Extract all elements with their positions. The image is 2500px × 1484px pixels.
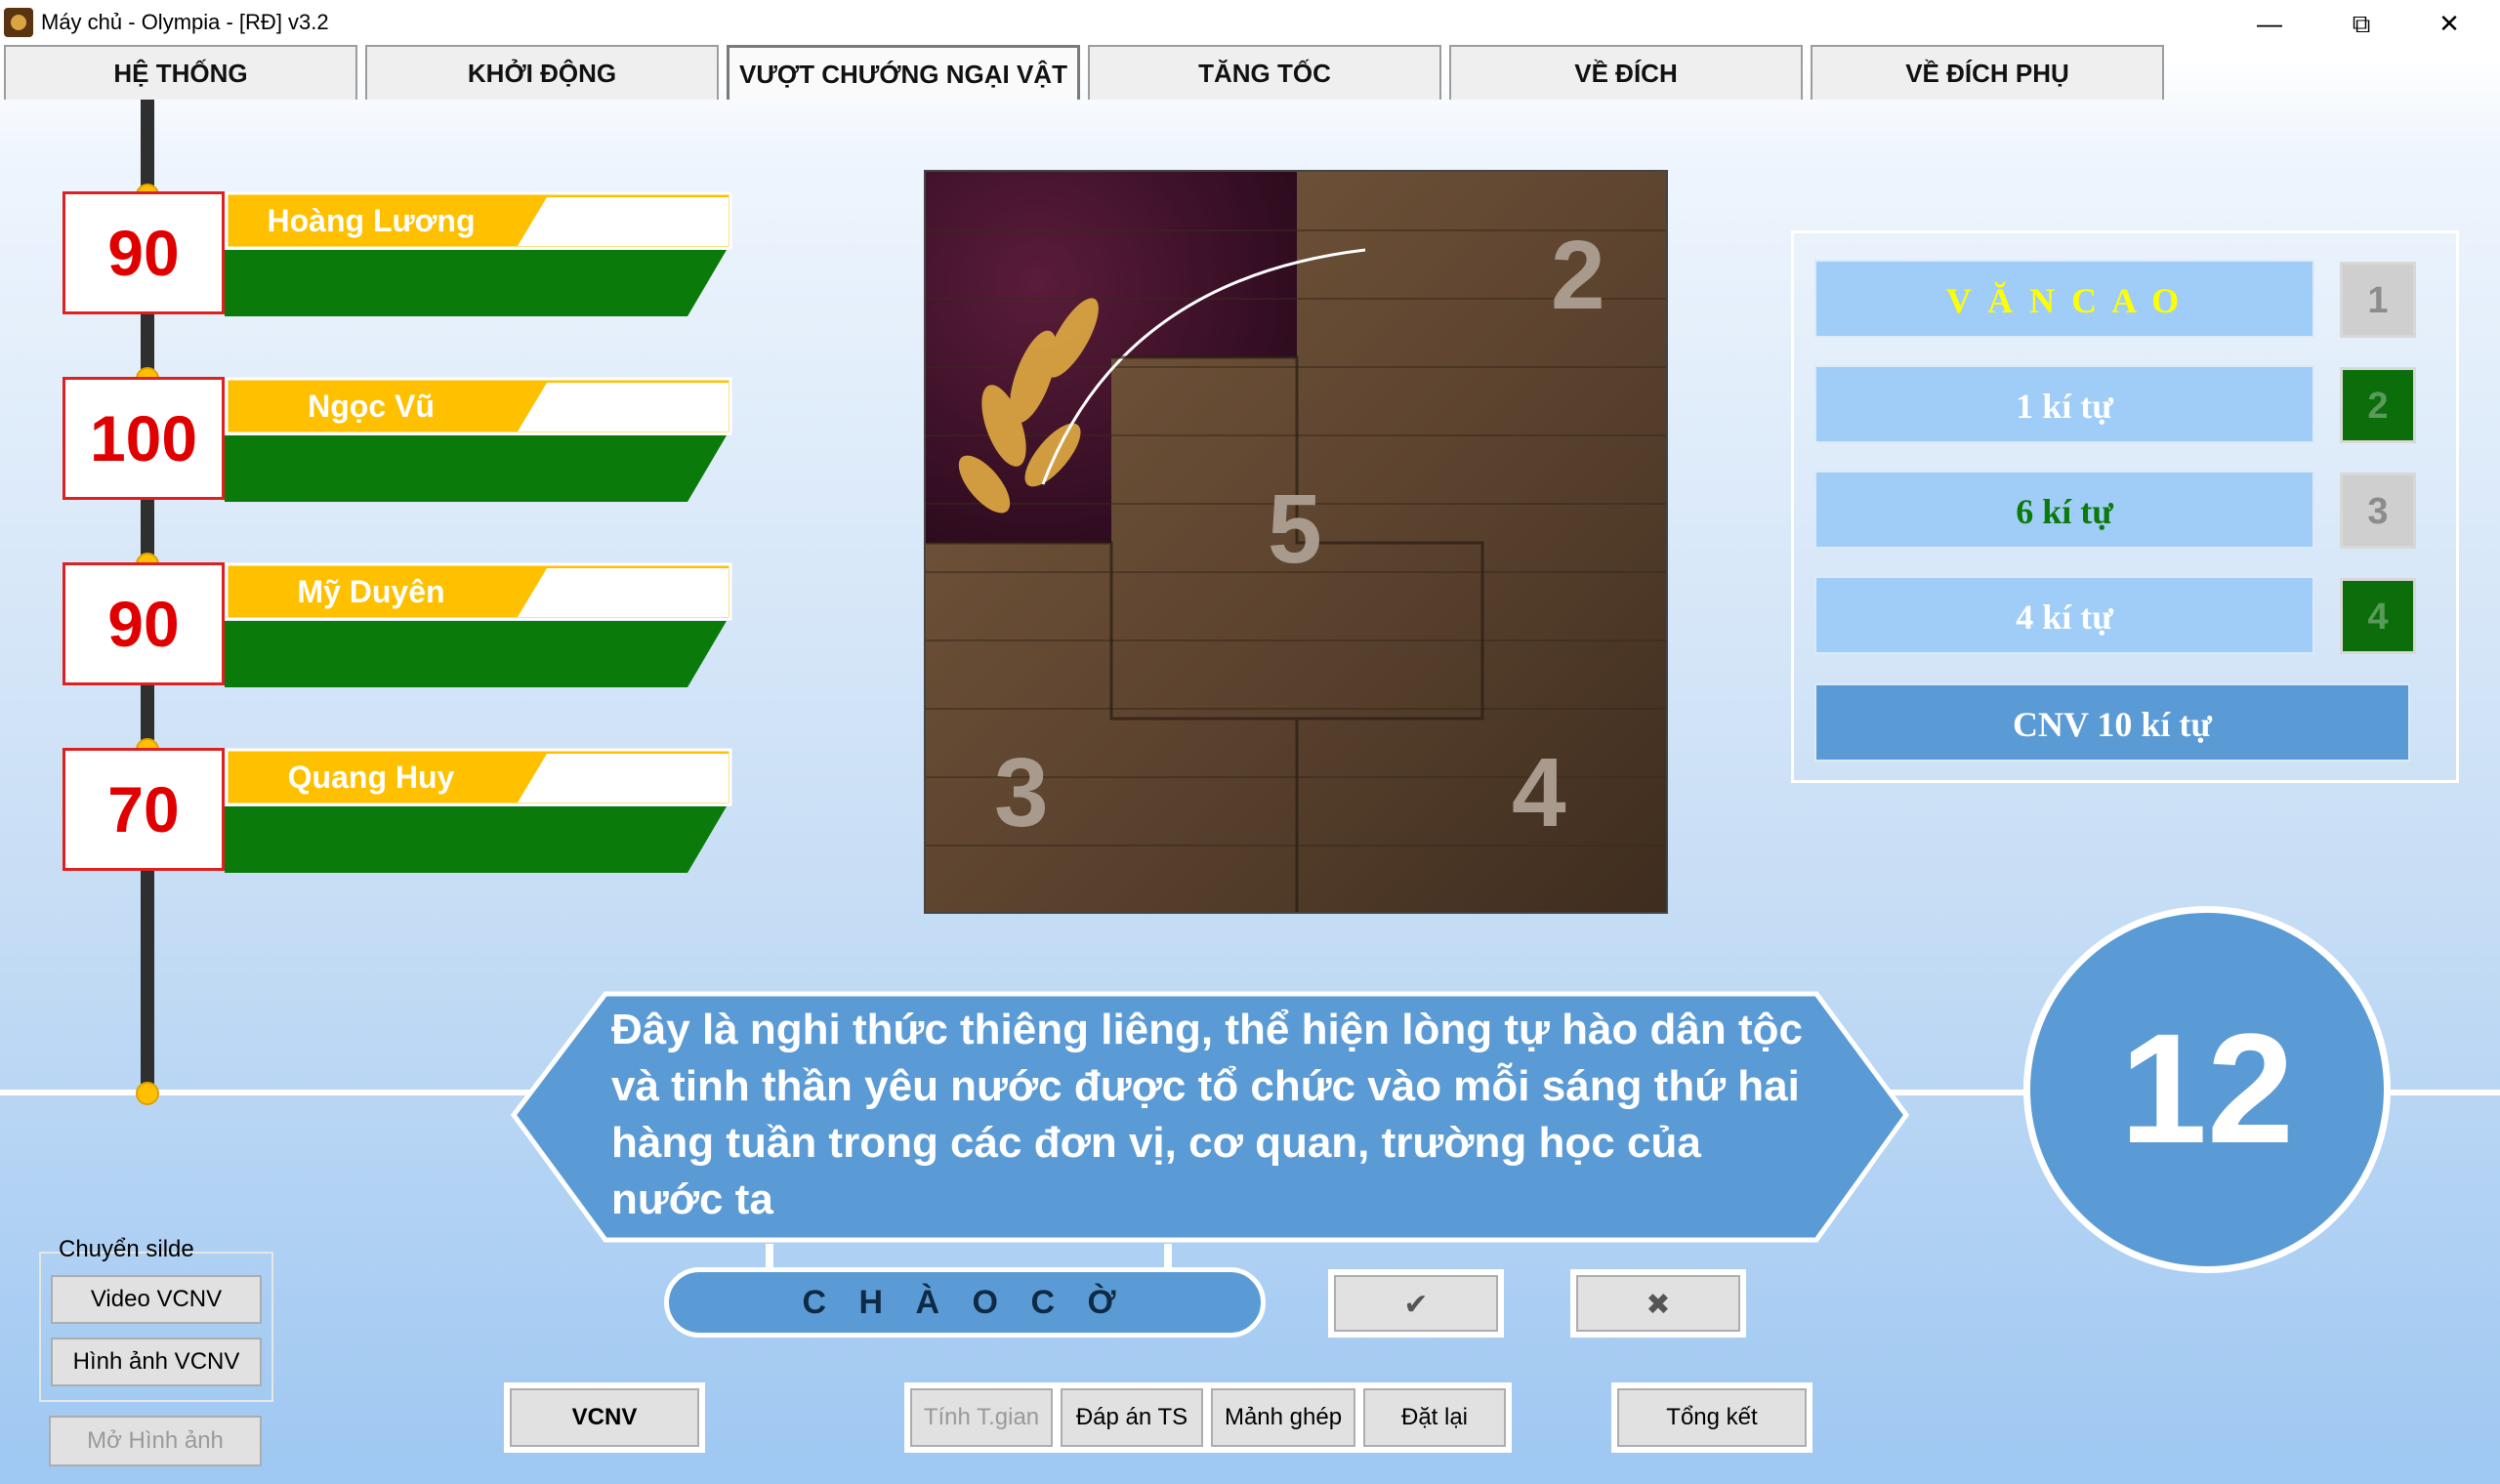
player-score: 90 <box>62 191 225 314</box>
player-progress-bar <box>225 806 732 875</box>
keyword-number-1[interactable]: 1 <box>2340 262 2416 338</box>
puzzle-piece-number: 4 <box>1512 738 1566 847</box>
player-name: Ngọc Vũ <box>308 389 435 424</box>
puzzle-image: 2 5 3 4 <box>924 170 1668 914</box>
player-name: Mỹ Duyên <box>297 574 445 609</box>
reset-button[interactable]: Đặt lại <box>1363 1388 1506 1447</box>
player-progress-bar <box>225 435 732 504</box>
keyword-row-3[interactable]: 6 kí tự <box>1814 471 2314 549</box>
close-button[interactable]: ✕ <box>2420 4 2479 43</box>
answer-display: C H À O C Ờ <box>664 1267 1266 1338</box>
tab-khoi-dong[interactable]: KHỞI ĐỘNG <box>365 45 719 100</box>
summary-button[interactable]: Tổng kết <box>1617 1388 1807 1447</box>
maximize-button[interactable]: ⧉ <box>2332 4 2391 43</box>
slide-group-label: Chuyển silde <box>59 1236 194 1262</box>
player-progress-bar <box>225 250 732 318</box>
player-name-bar: Ngọc Vũ <box>225 377 732 435</box>
keyword-row-2[interactable]: 1 kí tự <box>1814 365 2314 443</box>
track-dot <box>136 1082 159 1105</box>
player-name-bar: Hoàng Lương <box>225 191 732 250</box>
pieces-button[interactable]: Mảnh ghép <box>1211 1388 1355 1447</box>
player-score: 100 <box>62 377 225 500</box>
wrong-button[interactable]: ✖ <box>1576 1275 1740 1332</box>
tab-tang-toc[interactable]: TĂNG TỐC <box>1088 45 1441 100</box>
player-name-bar: Mỹ Duyên <box>225 562 732 621</box>
vcnv-button[interactable]: VCNV <box>510 1388 699 1447</box>
puzzle-piece-number: 3 <box>994 738 1049 847</box>
question-text: Đây là nghi thức thiêng liêng, thể hiện … <box>611 1006 1803 1223</box>
keyword-row-1[interactable]: V Ă N C A O <box>1814 260 2314 338</box>
tab-ve-dich-phu[interactable]: VỀ ĐÍCH PHỤ <box>1811 45 2164 100</box>
tab-vuot-chuong-ngai-vat[interactable]: VƯỢT CHƯỚNG NGẠI VẬT <box>727 45 1080 100</box>
image-vcnv-button[interactable]: Hình ảnh VCNV <box>51 1338 262 1386</box>
timer: 12 <box>2023 906 2391 1273</box>
window-title: Máy chủ - Olympia - [RĐ] v3.2 <box>41 10 329 34</box>
open-image-button[interactable]: Mở Hình ảnh <box>49 1416 262 1466</box>
video-vcnv-button[interactable]: Video VCNV <box>51 1275 262 1324</box>
player-name-bar: Quang Huy <box>225 748 732 806</box>
minimize-button[interactable]: — <box>2240 4 2299 43</box>
ts-answer-button[interactable]: Đáp án TS <box>1061 1388 1203 1447</box>
player-score: 90 <box>62 562 225 685</box>
keyword-row-4[interactable]: 4 kí tự <box>1814 576 2314 654</box>
player-name: Quang Huy <box>287 760 455 795</box>
player-progress-bar <box>225 621 732 689</box>
title-bar <box>0 0 2500 47</box>
time-button[interactable]: Tính T.gian <box>910 1388 1053 1447</box>
player-name: Hoàng Lương <box>267 203 476 238</box>
puzzle-piece-number: 2 <box>1551 221 1605 330</box>
keyword-number-4[interactable]: 4 <box>2340 578 2416 654</box>
tab-ve-dich[interactable]: VỀ ĐÍCH <box>1449 45 1803 100</box>
correct-button[interactable]: ✔ <box>1334 1275 1498 1332</box>
puzzle-piece-number: 5 <box>1268 474 1322 584</box>
keyword-number-2[interactable]: 2 <box>2340 367 2416 443</box>
app-icon <box>4 8 33 37</box>
player-score: 70 <box>62 748 225 871</box>
cnv-bar[interactable]: CNV 10 kí tự <box>1814 683 2410 762</box>
keyword-number-3[interactable]: 3 <box>2340 473 2416 549</box>
tab-he-thong[interactable]: HỆ THỐNG <box>4 45 357 100</box>
